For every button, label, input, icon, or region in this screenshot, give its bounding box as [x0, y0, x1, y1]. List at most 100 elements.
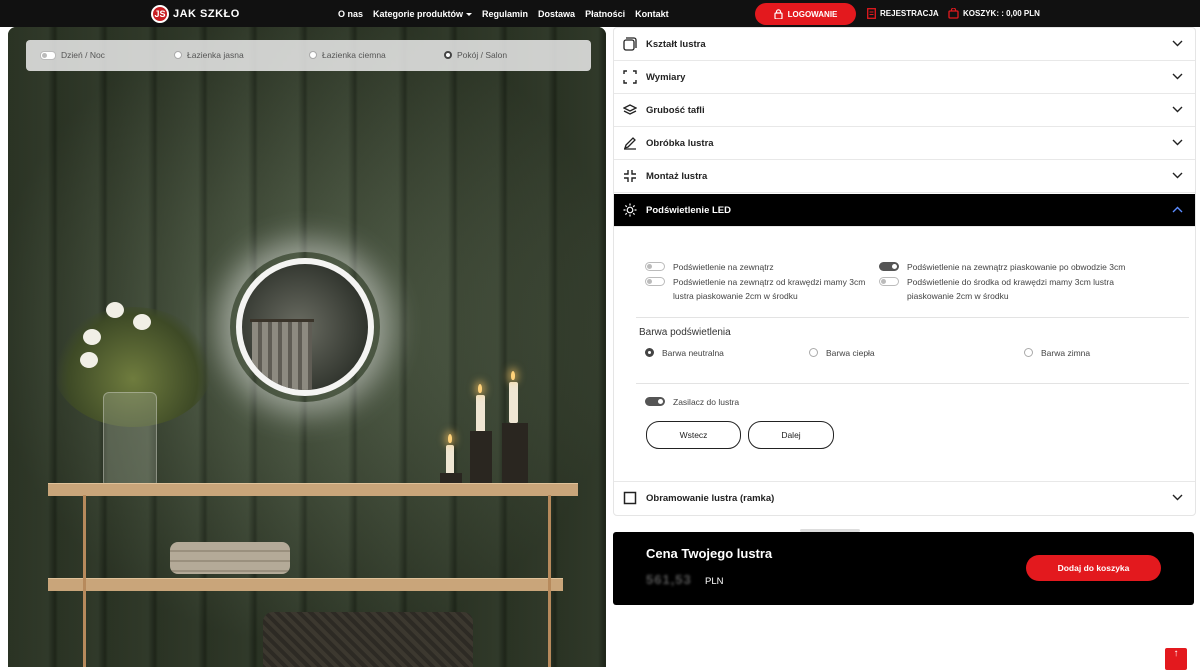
flower [80, 352, 98, 368]
scroll-to-top-button[interactable]: ↑ [1165, 648, 1187, 670]
section-label: Obramowanie lustra (ramka) [646, 492, 775, 504]
nav-link-categories[interactable]: Kategorie produktów [373, 8, 473, 19]
console-top-shelf [48, 483, 578, 496]
nav-link-payments[interactable]: Płatności [585, 9, 625, 19]
round-mirror [236, 258, 374, 396]
nav-link-about[interactable]: O nas [338, 9, 363, 19]
cart-label: KOSZYK: : 0,00 PLN [963, 9, 1040, 18]
radio-button[interactable] [309, 51, 317, 59]
color-option-cold[interactable]: Barwa zimna [1024, 346, 1090, 360]
section-led-lighting[interactable]: Podświetlenie LED [614, 194, 1195, 227]
lock-icon [774, 9, 783, 19]
woven-basket [263, 612, 473, 667]
section-label: Obróbka lustra [646, 137, 714, 149]
toggle-switch-on[interactable] [879, 262, 899, 271]
next-button[interactable]: Dalej [748, 421, 834, 449]
toggle-switch[interactable] [879, 277, 899, 286]
configurator-accordion: Kształt lustra Wymiary Grubość tafli Obr… [613, 27, 1196, 516]
scene-switcher: Dzień / Noc Łazienka jasna Łazienka ciem… [26, 40, 591, 71]
site-logo[interactable]: JS JAK SZKŁO [151, 4, 240, 24]
toggle-switch[interactable] [645, 277, 665, 286]
glass-vase [103, 392, 157, 486]
flower [106, 302, 124, 318]
login-button[interactable]: LOGOWANIE [755, 3, 856, 25]
price-currency: PLN [705, 576, 724, 587]
section-label: Montaż lustra [646, 170, 708, 182]
radio-button[interactable] [174, 51, 182, 59]
document-icon [867, 8, 876, 19]
section-thickness[interactable]: Grubość tafli [614, 94, 1195, 127]
scene-option-dark-bathroom[interactable]: Łazienka ciemna [309, 50, 386, 60]
section-shape[interactable]: Kształt lustra [614, 28, 1195, 61]
led-option-outside[interactable]: Podświetlenie na zewnątrz [645, 260, 870, 274]
console-leg [83, 495, 86, 667]
section-label: Grubość tafli [646, 104, 705, 116]
scene-option-label: Łazienka jasna [187, 50, 244, 60]
mount-icon [623, 169, 637, 183]
chevron-up-icon [1172, 205, 1183, 216]
frame-icon [623, 491, 637, 505]
scene-option-living-room[interactable]: Pokój / Salon [444, 50, 507, 60]
logo-text: JAK SZKŁO [173, 8, 240, 20]
console-leg [548, 495, 551, 667]
price-value: 561,53 [646, 572, 692, 587]
section-mounting[interactable]: Montaż lustra [614, 160, 1195, 193]
light-color-title: Barwa podświetlenia [639, 327, 731, 338]
candle-holder [502, 423, 528, 483]
back-button[interactable]: Wstecz [646, 421, 741, 449]
led-option-label: Podświetlenie na zewnątrz piaskowanie po… [907, 262, 1126, 272]
color-option-label: Barwa zimna [1041, 348, 1091, 358]
register-label: REJESTRACJA [880, 9, 939, 18]
color-option-neutral[interactable]: Barwa neutralna [645, 346, 724, 360]
cart-icon [948, 8, 959, 19]
caret-down-icon [466, 12, 473, 16]
sun-icon [623, 203, 637, 217]
divider [636, 383, 1189, 384]
price-title: Cena Twojego lustra [646, 546, 773, 561]
power-supply-option[interactable]: Zasilacz do lustra [645, 395, 739, 409]
pencil-icon [623, 136, 637, 150]
candle-flame [478, 384, 482, 393]
led-option-label: Podświetlenie na zewnątrz [673, 262, 774, 272]
nav-link-delivery[interactable]: Dostawa [538, 9, 575, 19]
chevron-down-icon [1172, 138, 1183, 149]
led-option-outside-edge-sandblast[interactable]: Podświetlenie na zewnątrz od krawędzi ma… [645, 275, 875, 303]
power-supply-label: Zasilacz do lustra [673, 397, 740, 407]
section-processing[interactable]: Obróbka lustra [614, 127, 1195, 160]
nav-link-categories-label: Kategorie produktów [373, 8, 464, 19]
shape-icon [623, 37, 637, 51]
section-label: Kształt lustra [646, 38, 706, 50]
price-summary: Cena Twojego lustra 561,53 PLN Dodaj do … [613, 532, 1194, 605]
toggle-switch-on[interactable] [645, 397, 665, 406]
scene-option-day-night[interactable]: Dzień / Noc [40, 50, 105, 60]
reflection-curtain [252, 322, 312, 390]
flower [83, 329, 101, 345]
main-nav: O nas Kategorie produktów Regulamin Dost… [338, 0, 669, 27]
radio-button[interactable] [1024, 348, 1033, 357]
cart-link[interactable]: KOSZYK: : 0,00 PLN [948, 0, 1040, 27]
section-frame[interactable]: Obramowanie lustra (ramka) [614, 481, 1195, 514]
candle [509, 382, 518, 423]
color-option-warm[interactable]: Barwa ciepła [809, 346, 875, 360]
toggle-switch[interactable] [645, 262, 665, 271]
top-navigation-bar: JS JAK SZKŁO O nas Kategorie produktów R… [0, 0, 1200, 27]
chevron-down-icon [1172, 171, 1183, 182]
led-option-outside-perimeter-sandblast[interactable]: Podświetlenie na zewnątrz piaskowanie po… [879, 260, 1169, 274]
section-label: Wymiary [646, 71, 686, 83]
arrow-up-icon: ↑ [1173, 648, 1179, 659]
divider [636, 317, 1189, 318]
radio-button-selected[interactable] [645, 348, 654, 357]
led-option-inside-edge-sandblast[interactable]: Podświetlenie do środka od krawędzi mamy… [879, 275, 1159, 303]
scene-option-light-bathroom[interactable]: Łazienka jasna [174, 50, 244, 60]
radio-button[interactable] [809, 348, 818, 357]
scene-option-label: Łazienka ciemna [322, 50, 386, 60]
nav-link-contact[interactable]: Kontakt [635, 9, 669, 19]
day-night-toggle[interactable] [40, 50, 56, 60]
add-to-cart-button[interactable]: Dodaj do koszyka [1026, 555, 1161, 581]
register-link[interactable]: REJESTRACJA [867, 0, 939, 27]
color-option-label: Barwa neutralna [662, 348, 724, 358]
section-dimensions[interactable]: Wymiary [614, 61, 1195, 94]
nav-link-terms[interactable]: Regulamin [482, 9, 528, 19]
radio-button-selected[interactable] [444, 51, 452, 59]
candle-holder [470, 431, 492, 483]
